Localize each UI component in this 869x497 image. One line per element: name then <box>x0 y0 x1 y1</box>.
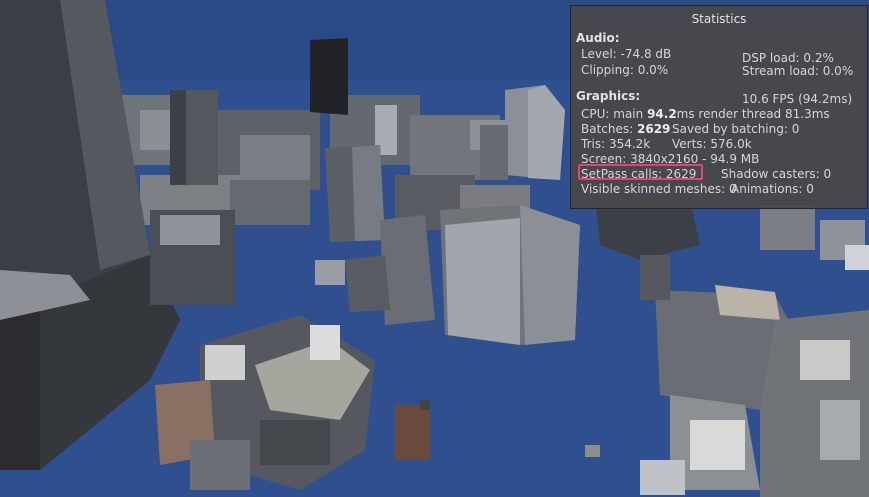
graphics-setpass-calls: SetPass calls: 2629 <box>581 167 697 181</box>
audio-clipping: Clipping: 0.0% <box>581 63 669 77</box>
audio-heading: Audio: <box>576 31 620 45</box>
audio-level: Level: -74.8 dB <box>581 47 672 61</box>
audio-stream-load: Stream load: 0.0% <box>742 64 854 78</box>
cpu-render-thread: ms render thread 81.3ms <box>676 107 830 121</box>
graphics-cpu: CPU: main 94.2ms render thread 81.3ms <box>581 107 830 122</box>
batches-value: 2629 <box>637 122 671 136</box>
graphics-visible-skinned-meshes: Visible skinned meshes: 0 <box>581 182 737 196</box>
graphics-batches: Batches: 2629 <box>581 122 670 137</box>
cpu-label: CPU: main <box>581 107 648 121</box>
graphics-shadow-casters: Shadow casters: 0 <box>721 167 832 181</box>
graphics-heading: Graphics: <box>576 89 641 103</box>
graphics-verts: Verts: 576.0k <box>672 137 752 151</box>
cpu-main-value: 94.2 <box>647 107 677 121</box>
statistics-title: Statistics <box>691 12 747 26</box>
graphics-fps: 10.6 FPS (94.2ms) <box>742 92 853 106</box>
graphics-saved-by-batching: Saved by batching: 0 <box>672 122 800 136</box>
graphics-animations: Animations: 0 <box>731 182 814 196</box>
statistics-panel: Statistics Audio: Level: -74.8 dB Clippi… <box>570 5 868 209</box>
graphics-tris: Tris: 354.2k <box>581 137 651 151</box>
batches-label: Batches: <box>581 122 637 136</box>
